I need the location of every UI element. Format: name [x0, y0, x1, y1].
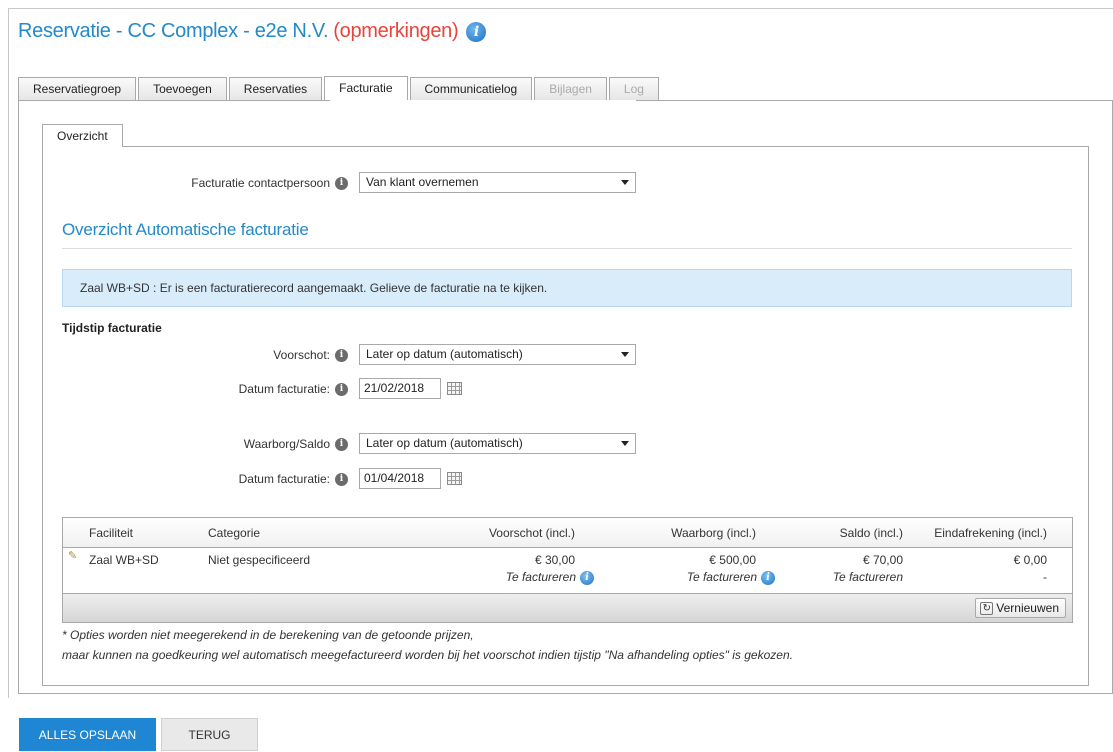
edit-icon[interactable]: ✎ [68, 550, 78, 561]
table-header: Faciliteit Categorie Voorschot (incl.) W… [63, 518, 1072, 548]
contact-select[interactable]: Van klant overnemen [359, 172, 636, 193]
info-icon[interactable]: i [335, 438, 348, 452]
tab-communicatielog[interactable]: Communicatielog [409, 77, 533, 100]
cell-waarborg: € 500,00 [709, 553, 756, 567]
col-voorschot: Voorschot (incl.) [488, 526, 575, 540]
datum-facturatie-label-2: Datum facturatie: i [150, 472, 348, 487]
tab-divider [636, 100, 1113, 101]
save-all-button[interactable]: ALLES OPSLAAN [19, 718, 156, 751]
timing-title: Tijdstip facturatie [62, 321, 162, 335]
info-icon[interactable]: i [335, 473, 348, 487]
info-icon[interactable]: i [580, 570, 594, 585]
cell-categorie: Niet gespecificeerd [208, 553, 311, 567]
col-waarborg: Waarborg (incl.) [671, 526, 756, 540]
cell-faciliteit: Zaal WB+SD [89, 553, 159, 567]
section-title: Overzicht Automatische facturatie [62, 220, 309, 239]
datum-facturatie-saldo-input[interactable]: 01/04/2018 [359, 468, 441, 489]
billing-table: Faciliteit Categorie Voorschot (incl.) W… [62, 517, 1073, 623]
tab-toevoegen[interactable]: Toevoegen [138, 77, 227, 100]
chevron-down-icon [621, 441, 629, 446]
col-faciliteit: Faciliteit [89, 526, 134, 540]
col-eindafrekening: Eindafrekening (incl.) [934, 526, 1047, 540]
cell-waarborg-status: Te factureren i [687, 570, 775, 585]
info-icon[interactable]: i [761, 570, 775, 585]
info-icon[interactable]: i [335, 177, 348, 191]
remarks-link[interactable]: (opmerkingen) [333, 20, 458, 43]
datum-facturatie-label: Datum facturatie: i [150, 382, 348, 397]
tab-reservaties[interactable]: Reservaties [228, 77, 323, 100]
main-tabs: Reservatiegroep Toevoegen Reservaties Fa… [18, 76, 661, 101]
info-icon[interactable]: i [335, 383, 348, 397]
waarborg-label: Waarborg/Saldo i [150, 437, 348, 452]
datum-facturatie-voorschot-input[interactable]: 21/02/2018 [359, 378, 441, 399]
refresh-icon: ↻ [980, 602, 994, 616]
refresh-button[interactable]: ↻ Vernieuwen [975, 598, 1066, 618]
chevron-down-icon [621, 180, 629, 185]
tab-reservatiegroep[interactable]: Reservatiegroep [18, 77, 137, 100]
voorschot-select[interactable]: Later op datum (automatisch) [359, 344, 636, 365]
tab-bijlagen: Bijlagen [534, 77, 607, 100]
subtab-overzicht[interactable]: Overzicht [42, 124, 123, 147]
page-title: Reservatie - CC Complex - e2e N.V. (opme… [18, 20, 487, 43]
info-icon[interactable]: i [466, 21, 487, 42]
cell-saldo-status: Te factureren [832, 570, 903, 584]
table-footer: ↻ Vernieuwen [63, 593, 1072, 622]
note-line-2: maar kunnen na goedkeuring wel automatis… [62, 648, 793, 662]
section-divider [62, 248, 1072, 249]
info-icon[interactable]: i [335, 349, 348, 363]
calendar-icon[interactable] [447, 472, 462, 485]
waarborg-select[interactable]: Later op datum (automatisch) [359, 433, 636, 454]
tab-divider-left [18, 100, 330, 101]
tab-log: Log [608, 77, 659, 100]
cell-eindafrekening-status: - [1043, 570, 1047, 584]
cell-eindafrekening: € 0,00 [1013, 553, 1047, 567]
voorschot-label: Voorschot: i [150, 348, 348, 363]
info-alert: Zaal WB+SD : Er is een facturatierecord … [62, 269, 1072, 307]
calendar-icon[interactable] [447, 382, 462, 395]
contact-label: Facturatie contactpersoon i [120, 176, 348, 191]
cell-saldo: € 70,00 [862, 553, 903, 567]
cell-voorschot-status: Te factureren i [506, 570, 594, 585]
col-categorie: Categorie [208, 526, 261, 540]
cell-voorschot: € 30,00 [534, 553, 575, 567]
tab-facturatie[interactable]: Facturatie [324, 76, 408, 101]
page-title-text: Reservatie - CC Complex - e2e N.V. [18, 20, 329, 42]
note-line-1: * Opties worden niet meegerekend in de b… [62, 628, 474, 642]
back-button[interactable]: TERUG [161, 718, 258, 751]
col-saldo: Saldo (incl.) [839, 526, 903, 540]
chevron-down-icon [621, 352, 629, 357]
